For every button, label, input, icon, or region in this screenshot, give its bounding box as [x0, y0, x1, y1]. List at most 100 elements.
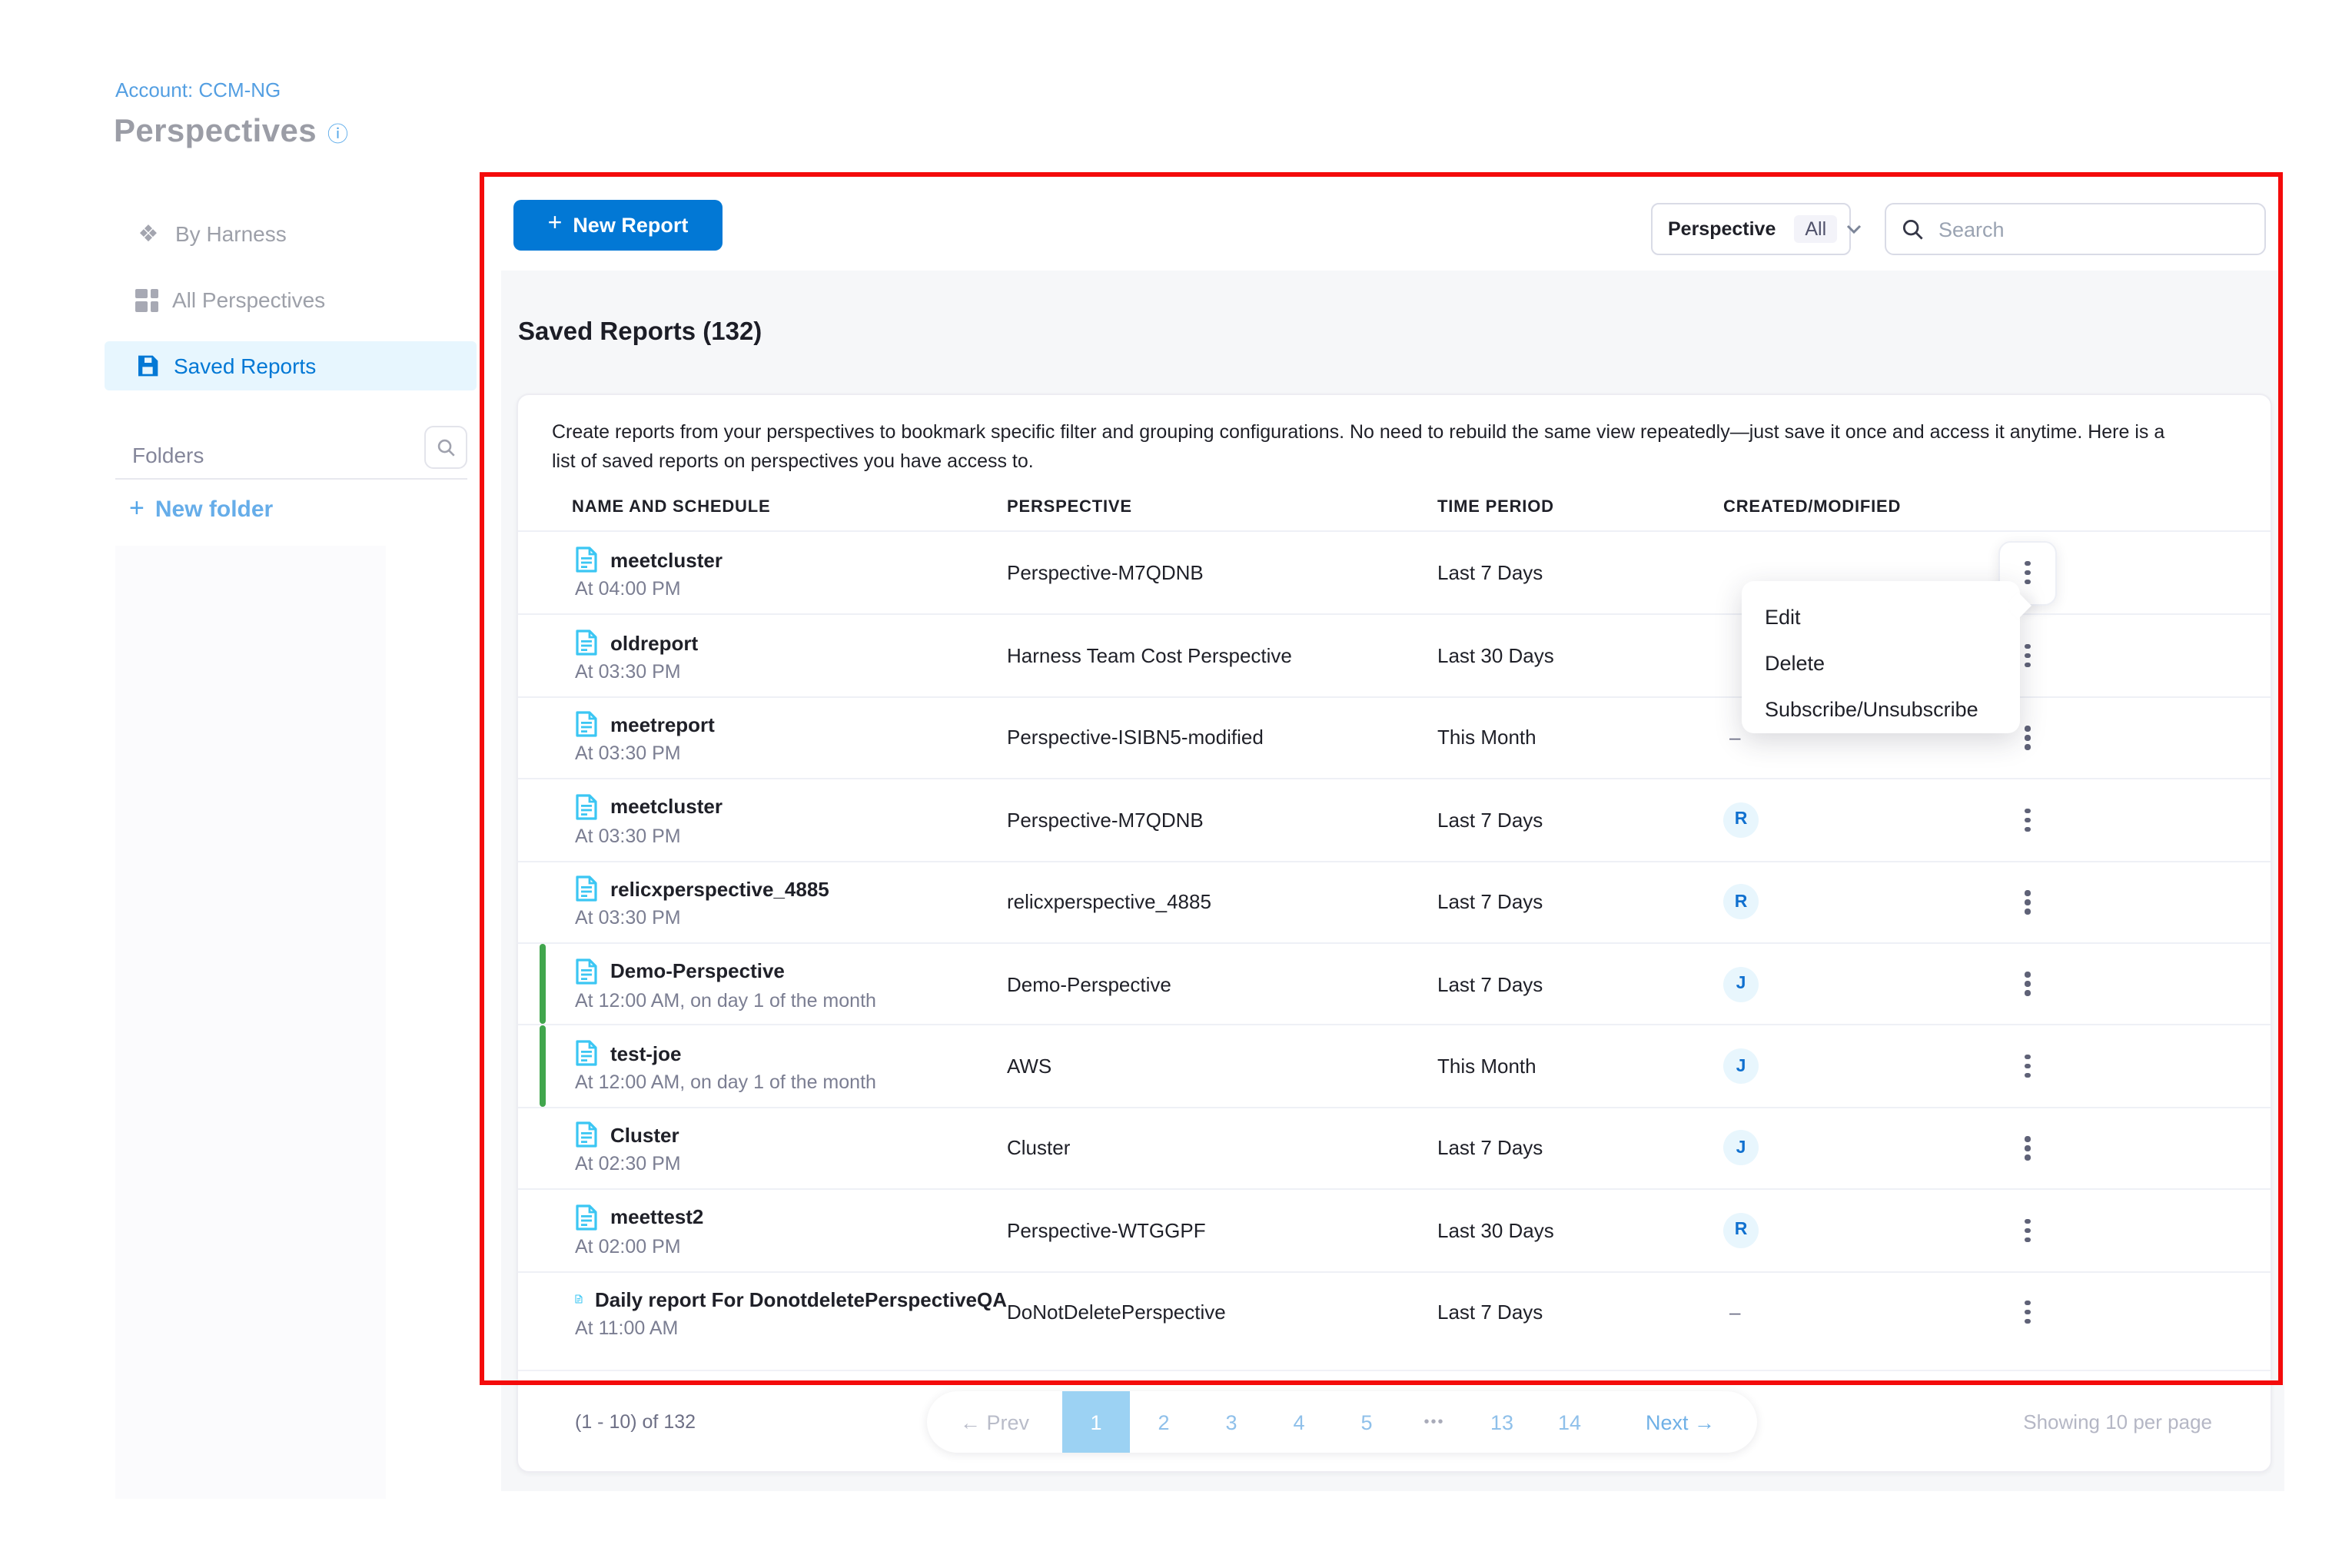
sidebar-item-saved-reports[interactable]: Saved Reports — [105, 341, 477, 390]
table-row[interactable]: Demo-PerspectiveAt 12:00 AM, on day 1 of… — [518, 942, 2271, 1025]
created-modified-cell: R — [1723, 885, 1982, 920]
row-menu-kebab-icon[interactable] — [2019, 884, 2037, 920]
report-name: relicxperspective_4885 — [610, 878, 829, 901]
pagination-prev[interactable]: ← Prev — [927, 1391, 1062, 1453]
column-header-perspective: PERSPECTIVE — [1007, 498, 1437, 517]
row-menu-kebab-icon[interactable] — [2019, 802, 2037, 838]
pagination-page-1[interactable]: 1 — [1062, 1391, 1130, 1453]
perspective-name: Perspective-ISIBN5-modified — [1007, 726, 1437, 749]
perspective-name: Perspective-WTGGPF — [1007, 1219, 1437, 1242]
search-input[interactable] — [1938, 218, 2249, 241]
creator-avatar: R — [1723, 885, 1759, 920]
perspective-name: Perspective-M7QDNB — [1007, 561, 1437, 584]
report-schedule: At 03:30 PM — [575, 908, 1007, 929]
new-report-button[interactable]: + New Report — [513, 200, 723, 251]
report-schedule: At 02:00 PM — [575, 1236, 1007, 1257]
report-doc-icon — [575, 711, 598, 739]
plus-icon: + — [548, 211, 563, 238]
folders-search-button[interactable] — [424, 426, 467, 469]
saved-reports-card: Create reports from your perspectives to… — [517, 394, 2272, 1473]
report-schedule: At 03:30 PM — [575, 661, 1007, 683]
pagination-page-14[interactable]: 14 — [1536, 1391, 1603, 1453]
filter-selected-value: All — [1794, 215, 1837, 243]
pagination-next[interactable]: Next → — [1603, 1391, 1757, 1453]
time-period: Last 30 Days — [1437, 644, 1723, 667]
new-folder-label: New folder — [155, 496, 273, 522]
creator-avatar: J — [1723, 966, 1759, 1002]
search-icon — [436, 437, 456, 457]
filter-label: Perspective — [1668, 218, 1776, 240]
pagination-page-2[interactable]: 2 — [1130, 1391, 1198, 1453]
report-name: Cluster — [610, 1124, 679, 1147]
row-menu-kebab-icon[interactable] — [2019, 638, 2037, 674]
page-title-row: Perspectives ⓘ — [114, 114, 348, 151]
column-header-name: NAME AND SCHEDULE — [572, 498, 1007, 517]
perspective-name: relicxperspective_4885 — [1007, 891, 1437, 914]
sidebar-item-by-harness[interactable]: ❖ By Harness — [105, 209, 477, 258]
table-row[interactable]: relicxperspective_4885At 03:30 PMrelicxp… — [518, 860, 2271, 942]
report-doc-icon — [575, 629, 598, 656]
menu-item-edit[interactable]: Edit — [1742, 593, 2020, 639]
pagination-page-3[interactable]: 3 — [1198, 1391, 1265, 1453]
time-period: Last 7 Days — [1437, 972, 1723, 995]
time-period: Last 7 Days — [1437, 809, 1723, 832]
search-box — [1885, 203, 2266, 255]
created-modified-cell: R — [1723, 802, 1982, 838]
menu-item-subscribe[interactable]: Subscribe/Unsubscribe — [1742, 686, 2020, 732]
pagination-page-13[interactable]: 13 — [1468, 1391, 1536, 1453]
report-doc-icon — [575, 1285, 583, 1313]
no-creator-dash: – — [1723, 726, 1740, 749]
report-name: Daily report For DonotdeletePerspectiveQ… — [595, 1287, 1007, 1311]
report-schedule: At 11:00 AM — [575, 1317, 1007, 1339]
report-doc-icon — [575, 546, 598, 573]
grid-icon — [135, 288, 158, 311]
row-menu-kebab-icon[interactable] — [2019, 555, 2037, 591]
row-menu-kebab-icon[interactable] — [2019, 966, 2037, 1002]
perspective-name: Perspective-M7QDNB — [1007, 809, 1437, 832]
time-period: This Month — [1437, 1055, 1723, 1078]
report-doc-icon — [575, 793, 598, 821]
row-menu-kebab-icon[interactable] — [2019, 1212, 2037, 1248]
page-title: Perspectives — [114, 114, 317, 151]
report-doc-icon — [575, 1121, 598, 1149]
table-row[interactable]: test-joe At 12:00 AM, on day 1 of the mon… — [518, 1025, 2271, 1107]
created-modified-cell: R — [1723, 1213, 1982, 1248]
table-row[interactable]: Daily report For DonotdeletePerspectiveQ… — [518, 1271, 2271, 1353]
card-description: Create reports from your perspectives to… — [518, 395, 2224, 477]
report-schedule: At 12:00 AM, on day 1 of the month — [575, 1071, 1007, 1093]
report-name: oldreport — [610, 631, 698, 654]
time-period: This Month — [1437, 726, 1723, 749]
row-menu-kebab-icon[interactable] — [2019, 719, 2037, 756]
report-schedule: At 03:30 PM — [575, 743, 1007, 765]
pagination-page-5[interactable]: 5 — [1333, 1391, 1400, 1453]
report-name: test-joe — [610, 1041, 681, 1065]
breadcrumb-account[interactable]: Account: CCM-NG — [115, 78, 281, 101]
report-doc-icon — [575, 1039, 598, 1067]
sidebar-item-label: Saved Reports — [174, 354, 316, 378]
table-row[interactable]: meetclusterAt 03:30 PMPerspective-M7QDNB… — [518, 778, 2271, 860]
sidebar-item-all-perspectives[interactable]: All Perspectives — [105, 275, 477, 324]
pagination-range-text: (1 - 10) of 132 — [575, 1410, 696, 1432]
perspective-name: Harness Team Cost Perspective — [1007, 644, 1437, 667]
new-folder-button[interactable]: + New folder — [129, 493, 273, 524]
info-icon[interactable]: ⓘ — [327, 117, 348, 148]
report-name: Demo-Perspective — [610, 959, 785, 982]
perspective-name: Cluster — [1007, 1137, 1437, 1160]
table-row[interactable]: meettest2At 02:00 PMPerspective-WTGGPFLa… — [518, 1188, 2271, 1271]
creator-avatar: J — [1723, 1048, 1759, 1084]
table-header-row: NAME AND SCHEDULE PERSPECTIVE TIME PERIO… — [518, 477, 2271, 532]
report-schedule: At 04:00 PM — [575, 578, 1007, 600]
report-schedule: At 02:30 PM — [575, 1154, 1007, 1175]
pagination-page-4[interactable]: 4 — [1265, 1391, 1333, 1453]
time-period: Last 7 Days — [1437, 1301, 1723, 1324]
sidebar-item-label: All Perspectives — [172, 287, 325, 312]
pagination-controls: ← Prev12345•••1314Next → — [927, 1391, 1757, 1453]
creator-avatar: J — [1723, 1131, 1759, 1166]
search-icon — [1902, 218, 1925, 241]
menu-item-delete[interactable]: Delete — [1742, 639, 2020, 686]
row-menu-kebab-icon[interactable] — [2019, 1294, 2037, 1330]
table-row[interactable]: ClusterAt 02:30 PMClusterLast 7 DaysJ — [518, 1106, 2271, 1188]
row-menu-kebab-icon[interactable] — [2019, 1130, 2037, 1166]
row-menu-kebab-icon[interactable] — [2019, 1048, 2037, 1085]
perspective-filter-dropdown[interactable]: Perspective All — [1651, 203, 1851, 255]
